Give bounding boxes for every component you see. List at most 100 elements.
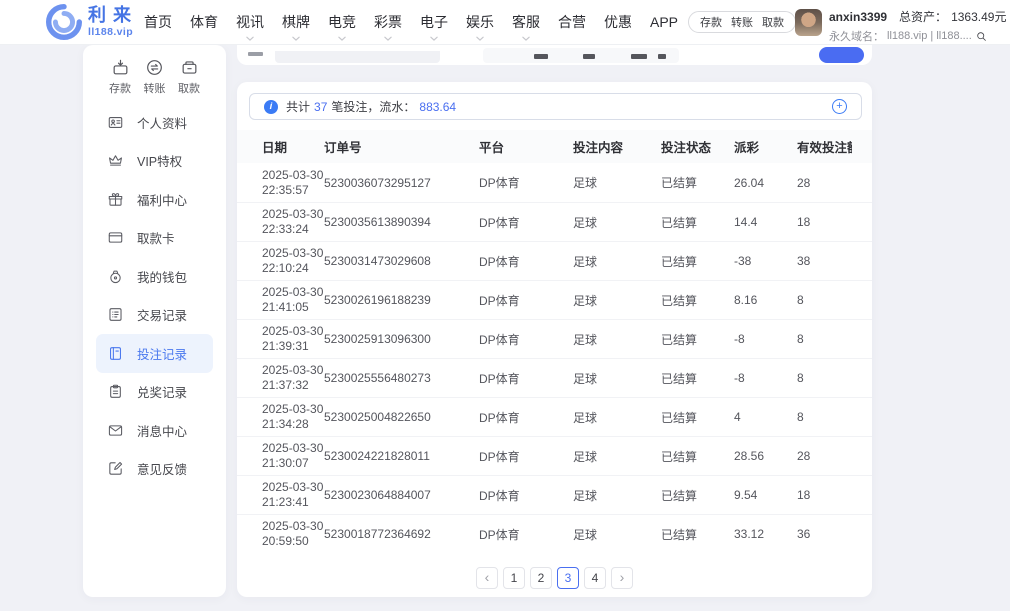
logo-domain: ll188.vip xyxy=(88,27,138,38)
expand-plus-icon[interactable]: + xyxy=(832,99,847,114)
pagination-prev-button[interactable]: ‹ xyxy=(476,567,498,589)
pill-deposit-button[interactable]: 存款 xyxy=(700,14,722,30)
nav-item[interactable]: 优惠 xyxy=(604,0,632,44)
cell-payout: 8.16 xyxy=(734,293,797,307)
redeem-clipboard-icon xyxy=(107,383,124,400)
cell-order-number: 5230031473029608 xyxy=(324,254,479,268)
sidebar-item-redeem-records[interactable]: 兑奖记录 xyxy=(96,373,213,412)
cell-payout: 4 xyxy=(734,410,797,424)
cell-date: 2025-03-30 21:37:32 xyxy=(262,363,324,393)
cell-payout: 28.56 xyxy=(734,449,797,463)
summary-bar: i 共计 37 笔投注，流水： 883.64 + xyxy=(249,93,862,120)
cell-order-number: 5230036073295127 xyxy=(324,176,479,190)
filter-tabs-clipped[interactable] xyxy=(483,48,679,63)
cell-order-number: 5230025004822650 xyxy=(324,410,479,424)
site-logo[interactable]: 利来 ll188.vip xyxy=(46,4,138,40)
quick-action-transfer[interactable]: 转账 xyxy=(138,58,172,96)
sidebar-item-welfare[interactable]: 福利中心 xyxy=(96,180,213,219)
sidebar-item-transactions[interactable]: 交易记录 xyxy=(96,296,213,335)
cell-bet-content: 足球 xyxy=(573,292,661,309)
cell-bet-content: 足球 xyxy=(573,526,661,543)
cell-payout: -38 xyxy=(734,254,797,268)
chevron-down-icon xyxy=(246,36,255,42)
chevron-down-icon xyxy=(476,36,485,42)
pill-transfer-button[interactable]: 转账 xyxy=(731,14,753,30)
sidebar-item-feedback[interactable]: 意见反馈 xyxy=(96,450,213,489)
domain-value: ll188.vip | ll188.... xyxy=(887,30,972,42)
table-row: 2025-03-30 21:34:28 5230025004822650 DP体… xyxy=(237,397,872,436)
bet-records-table: 日期订单号平台投注内容投注状态派彩有效投注额 2025-03-30 22:35:… xyxy=(237,130,872,553)
cell-valid-bet: 28 xyxy=(797,176,852,190)
envelope-icon xyxy=(107,422,124,439)
search-icon[interactable] xyxy=(975,30,988,43)
column-header: 日期 xyxy=(262,137,324,156)
filter-input-clipped[interactable] xyxy=(275,51,440,63)
pagination-pages: 1234 xyxy=(503,567,606,589)
column-header: 派彩 xyxy=(734,137,797,156)
nav-item[interactable]: 电子 xyxy=(420,0,448,44)
nav-item[interactable]: 视讯 xyxy=(236,0,264,44)
sidebar-item-withdraw-card[interactable]: 取款卡 xyxy=(96,219,213,258)
pagination-page-button[interactable]: 2 xyxy=(530,567,552,589)
page: 利来 ll188.vip 首页 体育 视讯 棋牌 电竞 彩票 xyxy=(0,0,1010,611)
filter-toolbar-clipped xyxy=(237,45,872,65)
filter-tab-text-fragment xyxy=(658,54,666,59)
table-row: 2025-03-30 21:30:07 5230024221828011 DP体… xyxy=(237,436,872,475)
top-navigation-bar: 利来 ll188.vip 首页 体育 视讯 棋牌 电竞 彩票 xyxy=(0,0,1010,45)
cell-platform: DP体育 xyxy=(479,409,573,426)
nav-item[interactable]: APP xyxy=(650,0,678,44)
nav-item[interactable]: 彩票 xyxy=(374,0,402,44)
nav-item[interactable]: 电竞 xyxy=(328,0,356,44)
cell-bet-content: 足球 xyxy=(573,214,661,231)
column-header: 订单号 xyxy=(324,137,479,156)
table-row: 2025-03-30 20:59:50 5230018772364692 DP体… xyxy=(237,514,872,553)
filter-search-button-clipped[interactable] xyxy=(819,47,864,63)
cell-bet-content: 足球 xyxy=(573,331,661,348)
sidebar-item-messages[interactable]: 消息中心 xyxy=(96,411,213,450)
cell-payout: 14.4 xyxy=(734,215,797,229)
username[interactable]: anxin3399 xyxy=(829,10,887,24)
nav-item[interactable]: 娱乐 xyxy=(466,0,494,44)
nav-item[interactable]: 客服 xyxy=(512,0,540,44)
main-nav: 首页 体育 视讯 棋牌 电竞 彩票 电子 娱乐 xyxy=(144,0,678,44)
pagination-page-button[interactable]: 4 xyxy=(584,567,606,589)
nav-item[interactable]: 体育 xyxy=(190,0,218,44)
cell-date: 2025-03-30 21:39:31 xyxy=(262,324,324,354)
cell-platform: DP体育 xyxy=(479,331,573,348)
cell-platform: DP体育 xyxy=(479,253,573,270)
cell-order-number: 5230035613890394 xyxy=(324,215,479,229)
pagination-page-button[interactable]: 1 xyxy=(503,567,525,589)
sidebar: 存款 转账 取款 个人资料 VIP特权 福利中心 xyxy=(83,45,226,597)
quick-action-deposit[interactable]: 存款 xyxy=(103,58,137,96)
nav-item[interactable]: 棋牌 xyxy=(282,0,310,44)
sidebar-item-vip[interactable]: VIP特权 xyxy=(96,142,213,181)
cell-valid-bet: 18 xyxy=(797,215,852,229)
turnover-amount: 883.64 xyxy=(419,100,456,114)
cell-date: 2025-03-30 22:33:24 xyxy=(262,207,324,237)
chevron-down-icon xyxy=(384,36,393,42)
pill-withdraw-button[interactable]: 取款 xyxy=(762,14,784,30)
sidebar-item-wallet[interactable]: 我的钱包 xyxy=(96,257,213,296)
cell-valid-bet: 8 xyxy=(797,332,852,346)
pagination-page-button[interactable]: 3 xyxy=(557,567,579,589)
cell-bet-content: 足球 xyxy=(573,370,661,387)
logo-title: 利来 xyxy=(88,6,138,24)
table-row: 2025-03-30 21:37:32 5230025556480273 DP体… xyxy=(237,358,872,397)
pagination-next-button[interactable]: › xyxy=(611,567,633,589)
quick-action-withdraw[interactable]: 取款 xyxy=(172,58,206,96)
cell-valid-bet: 38 xyxy=(797,254,852,268)
cell-payout: 9.54 xyxy=(734,488,797,502)
sidebar-item-bet-records[interactable]: 投注记录 xyxy=(96,334,213,373)
nav-item[interactable]: 首页 xyxy=(144,0,172,44)
cell-valid-bet: 8 xyxy=(797,371,852,385)
table-row: 2025-03-30 21:39:31 5230025913096300 DP体… xyxy=(237,319,872,358)
sidebar-item-profile[interactable]: 个人资料 xyxy=(96,103,213,142)
cell-order-number: 5230025556480273 xyxy=(324,371,479,385)
table-row: 2025-03-30 22:33:24 5230035613890394 DP体… xyxy=(237,202,872,241)
table-row: 2025-03-30 22:10:24 5230031473029608 DP体… xyxy=(237,241,872,280)
cell-platform: DP体育 xyxy=(479,214,573,231)
nav-item[interactable]: 合营 xyxy=(558,0,586,44)
column-header: 投注内容 xyxy=(573,137,661,156)
avatar[interactable] xyxy=(795,9,822,36)
vip-crown-icon xyxy=(107,152,124,169)
